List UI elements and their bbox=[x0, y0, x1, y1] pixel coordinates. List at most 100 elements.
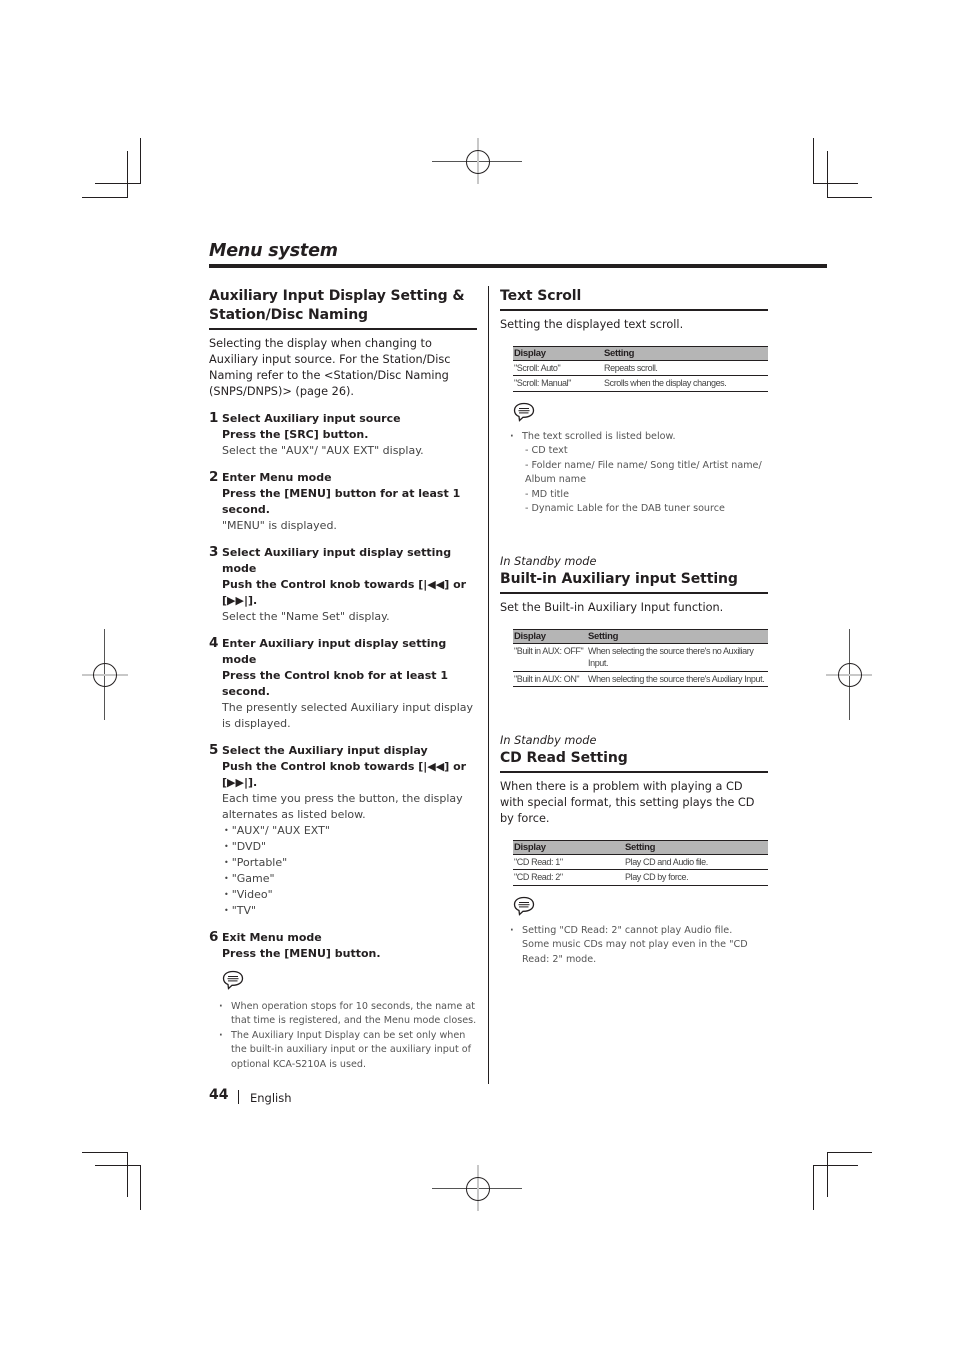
text-scroll-table: Display Setting "Scroll: Auto" Repeats s… bbox=[513, 345, 768, 392]
step-number: 3 bbox=[209, 543, 219, 560]
page-title: Menu system bbox=[209, 241, 338, 261]
note-item: The Auxiliary Input Display can be set o… bbox=[209, 1029, 477, 1073]
table-header: Display bbox=[513, 839, 624, 855]
note-speech-bubble-icon bbox=[513, 896, 535, 916]
note-speech-bubble-icon bbox=[222, 970, 244, 990]
step-action: Press the [MENU] button for at least 1 s… bbox=[222, 486, 461, 516]
aux-display-notes: When operation stops for 10 seconds, the… bbox=[209, 1000, 477, 1073]
step-title: Select the Auxiliary input display bbox=[222, 743, 428, 757]
step-6: 6 Exit Menu mode Press the [MENU] button… bbox=[209, 929, 477, 962]
table-header-row: Display Setting bbox=[513, 628, 768, 644]
table-cell: Play CD by force. bbox=[624, 869, 768, 886]
table-row: "Scroll: Manual" Scrolls when the displa… bbox=[513, 375, 768, 392]
right-column: Text Scroll Setting the displayed text s… bbox=[500, 287, 768, 965]
display-option: "AUX"/ "AUX EXT" bbox=[224, 823, 477, 839]
table-cell: When selecting the source there's Auxili… bbox=[587, 671, 768, 687]
text-scroll-heading: Text Scroll bbox=[500, 288, 582, 304]
cd-read-table: Display Setting "CD Read: 1" Play CD and… bbox=[513, 839, 768, 886]
step-number: 4 bbox=[209, 634, 219, 651]
step-5: 5 Select the Auxiliary input display Pus… bbox=[209, 741, 477, 919]
table-header: Display bbox=[513, 345, 603, 361]
step-note: The presently selected Auxiliary input d… bbox=[222, 700, 474, 730]
table-row: "CD Read: 1" Play CD and Audio file. bbox=[513, 854, 768, 870]
note-sub-item: - CD text bbox=[525, 445, 568, 456]
builtin-aux-table: Display Setting "Built in AUX: OFF" When… bbox=[513, 628, 768, 688]
standby-mode-label: In Standby mode bbox=[500, 555, 597, 568]
cd-read-section: In Standby mode CD Read Setting When the… bbox=[500, 734, 768, 967]
title-rule bbox=[209, 264, 827, 268]
step-title: Exit Menu mode bbox=[222, 930, 322, 944]
note-item: When operation stops for 10 seconds, the… bbox=[209, 1000, 477, 1029]
step-action: Press the Control knob for at least 1 se… bbox=[222, 668, 449, 698]
cd-read-notes: Setting "CD Read: 2" cannot play Audio f… bbox=[500, 924, 768, 968]
step-title: Enter Menu mode bbox=[222, 470, 332, 484]
step-title: Select Auxiliary input display setting m… bbox=[222, 545, 452, 575]
page-number: 44 bbox=[209, 1087, 229, 1103]
step-action: Push the Control knob towards [|◀◀] or [… bbox=[222, 577, 467, 607]
table-row: "Scroll: Auto" Repeats scroll. bbox=[513, 360, 768, 376]
table-cell: When selecting the source there's no Aux… bbox=[587, 643, 768, 672]
note-line: Some music CDs may not play even in the … bbox=[522, 939, 748, 965]
display-option: "DVD" bbox=[224, 839, 477, 855]
display-options-list: "AUX"/ "AUX EXT" "DVD" "Portable" "Game"… bbox=[222, 823, 477, 919]
table-header-row: Display Setting bbox=[513, 345, 768, 361]
step-action: Push the Control knob towards [|◀◀] or [… bbox=[222, 759, 467, 789]
step-number: 5 bbox=[209, 741, 219, 758]
builtin-aux-section: In Standby mode Built-in Auxiliary input… bbox=[500, 555, 768, 687]
builtin-aux-intro: Set the Built-in Auxiliary Input functio… bbox=[500, 600, 724, 614]
step-2: 2 Enter Menu mode Press the [MENU] butto… bbox=[209, 468, 477, 534]
table-header: Setting bbox=[587, 628, 768, 644]
note-sub-item: - MD title bbox=[525, 488, 569, 500]
step-3: 3 Select Auxiliary input display setting… bbox=[209, 543, 477, 625]
table-header: Setting bbox=[624, 839, 768, 855]
text-scroll-intro: Setting the displayed text scroll. bbox=[500, 317, 684, 331]
table-row: "Built in AUX: OFF" When selecting the s… bbox=[513, 643, 768, 672]
footer-separator bbox=[238, 1090, 239, 1104]
note-line: Setting "CD Read: 2" cannot play Audio f… bbox=[522, 924, 733, 936]
column-divider bbox=[488, 286, 489, 1084]
step-note: "MENU" is displayed. bbox=[222, 518, 337, 532]
section-rule bbox=[500, 592, 768, 594]
cd-read-heading: CD Read Setting bbox=[500, 750, 628, 766]
display-option: "TV" bbox=[224, 903, 477, 919]
note-item: The text scrolled is listed below. - CD … bbox=[500, 430, 768, 517]
builtin-aux-heading: Built-in Auxiliary input Setting bbox=[500, 571, 738, 587]
aux-display-heading-line1: Auxiliary Input Display Setting & bbox=[209, 288, 465, 304]
step-title: Select Auxiliary input source bbox=[222, 411, 401, 425]
step-action: Press the [MENU] button. bbox=[222, 946, 381, 960]
step-number: 1 bbox=[209, 409, 219, 426]
section-rule bbox=[209, 328, 477, 330]
table-cell: "CD Read: 1" bbox=[513, 854, 624, 870]
display-option: "Portable" bbox=[224, 855, 477, 871]
step-title: Enter Auxiliary input display setting mo… bbox=[222, 636, 447, 666]
aux-display-section: Auxiliary Input Display Setting & Statio… bbox=[209, 287, 477, 1072]
table-cell: "Scroll: Auto" bbox=[513, 360, 603, 376]
display-option: "Video" bbox=[224, 887, 477, 903]
text-scroll-notes: The text scrolled is listed below. - CD … bbox=[500, 430, 768, 517]
aux-display-heading-line2: Station/Disc Naming bbox=[209, 307, 368, 323]
standby-mode-label: In Standby mode bbox=[500, 734, 597, 747]
section-rule bbox=[500, 771, 768, 773]
page-language: English bbox=[250, 1091, 292, 1105]
table-cell: Scrolls when the display changes. bbox=[603, 375, 768, 392]
table-cell: "Scroll: Manual" bbox=[513, 375, 603, 392]
step-number: 2 bbox=[209, 468, 219, 485]
step-note: Select the "Name Set" display. bbox=[222, 609, 390, 623]
aux-display-heading: Auxiliary Input Display Setting & Statio… bbox=[209, 287, 477, 325]
table-row: "CD Read: 2" Play CD by force. bbox=[513, 869, 768, 886]
step-note: Select the "AUX"/ "AUX EXT" display. bbox=[222, 443, 424, 457]
text-scroll-section: Text Scroll Setting the displayed text s… bbox=[500, 287, 768, 517]
table-cell: "Built in AUX: ON" bbox=[513, 671, 587, 687]
note-sub-item: - Dynamic Lable for the DAB tuner source bbox=[525, 503, 725, 514]
note-sub-item: - Folder name/ File name/ Song title/ Ar… bbox=[525, 459, 762, 486]
note-main: The text scrolled is listed below. bbox=[522, 430, 676, 442]
table-header: Setting bbox=[603, 345, 768, 361]
table-cell: Play CD and Audio file. bbox=[624, 854, 768, 870]
step-action: Press the [SRC] button. bbox=[222, 427, 369, 441]
table-header-row: Display Setting bbox=[513, 839, 768, 855]
table-cell: "Built in AUX: OFF" bbox=[513, 643, 587, 672]
cd-read-intro: When there is a problem with playing a C… bbox=[500, 779, 755, 825]
aux-display-intro: Selecting the display when changing to A… bbox=[209, 336, 451, 398]
step-1: 1 Select Auxiliary input source Press th… bbox=[209, 409, 477, 459]
step-4: 4 Enter Auxiliary input display setting … bbox=[209, 634, 477, 732]
